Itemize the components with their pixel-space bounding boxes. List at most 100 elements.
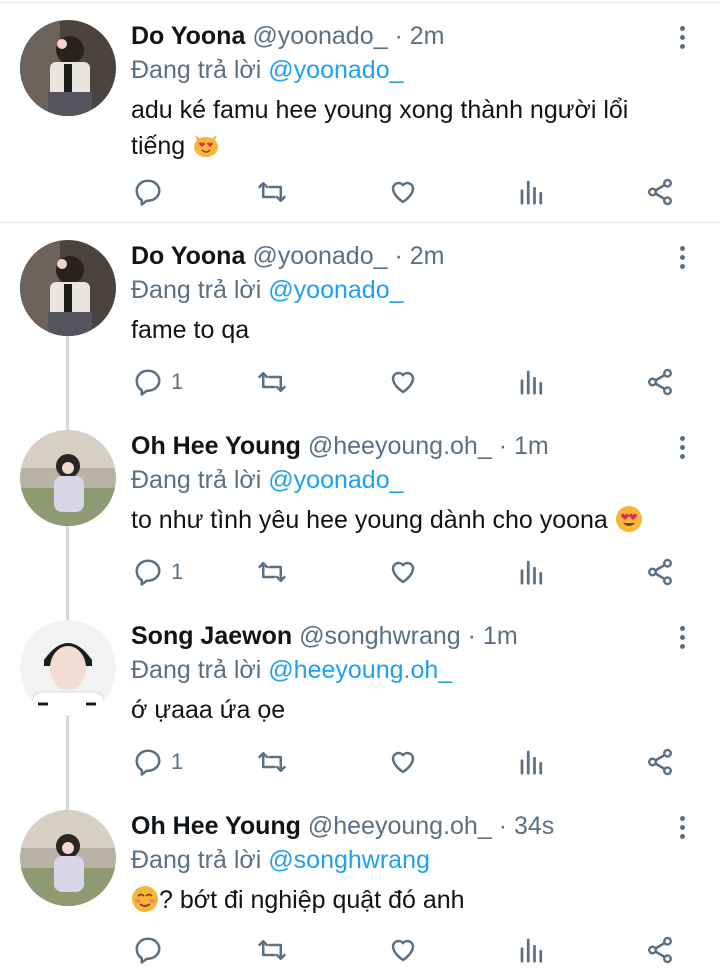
reply-prefix: Đang trả lời <box>131 656 262 684</box>
tweet-text: ớ ựaaa ứa ọe <box>131 692 680 728</box>
smiling-cat-heart-eyes-icon <box>194 135 219 157</box>
share-icon <box>648 178 672 206</box>
timestamp[interactable]: 1m <box>483 622 518 650</box>
handle[interactable]: @yoonado_ <box>252 242 387 270</box>
tweet-header: Oh Hee Young @heeyoung.oh_ · 34s <box>131 810 680 842</box>
tweet-body: Do Yoona @yoonado_ · 2m Đang trả lời @yo… <box>131 20 680 164</box>
reply-icon <box>135 937 161 964</box>
avatar[interactable] <box>20 20 116 116</box>
like-button[interactable] <box>388 552 418 592</box>
share-button[interactable] <box>645 742 675 782</box>
retweet-button[interactable] <box>257 552 287 592</box>
more-icon[interactable] <box>678 436 688 460</box>
retweet-icon <box>258 372 286 392</box>
avatar[interactable] <box>20 810 116 906</box>
avatar[interactable] <box>20 430 116 526</box>
retweet-button[interactable] <box>257 172 287 212</box>
timestamp[interactable]: 34s <box>514 812 554 840</box>
tweet-actions: 1 <box>0 742 720 782</box>
analytics-button[interactable] <box>517 172 547 212</box>
mention-link[interactable]: @heeyoung.oh_ <box>268 656 452 684</box>
analytics-button[interactable] <box>517 552 547 592</box>
handle[interactable]: @yoonado_ <box>252 22 387 50</box>
more-icon[interactable] <box>678 246 688 270</box>
handle[interactable]: @heeyoung.oh_ <box>308 812 492 840</box>
tweet-header: Oh Hee Young @heeyoung.oh_ · 1m <box>131 430 680 462</box>
separator: · <box>498 812 508 840</box>
avatar[interactable] <box>20 240 116 336</box>
like-button[interactable] <box>388 362 418 402</box>
display-name[interactable]: Oh Hee Young <box>131 432 301 460</box>
analytics-button[interactable] <box>517 930 547 970</box>
handle[interactable]: @songhwrang <box>299 622 461 650</box>
share-icon <box>648 936 672 964</box>
analytics-icon <box>520 938 543 963</box>
top-divider <box>0 2 720 3</box>
timestamp[interactable]: 2m <box>410 242 445 270</box>
tweet-text-content: fame to qa <box>131 316 250 344</box>
separator: · <box>498 432 508 460</box>
separator: · <box>394 22 403 50</box>
more-icon[interactable] <box>678 626 688 650</box>
heart-eyes-face-icon <box>615 506 642 532</box>
share-button[interactable] <box>645 930 675 970</box>
retweet-button[interactable] <box>257 930 287 970</box>
mention-link[interactable]: @yoonado_ <box>268 56 403 84</box>
replying-to: Đang trả lời @yoonado_ <box>131 274 680 306</box>
display-name[interactable]: Oh Hee Young <box>131 812 301 840</box>
like-button[interactable] <box>388 930 418 970</box>
analytics-button[interactable] <box>517 362 547 402</box>
reply-prefix: Đang trả lời <box>131 276 262 304</box>
tweet-text: fame to qa <box>131 312 680 348</box>
reply-button[interactable]: 1 <box>133 552 183 592</box>
avatar[interactable] <box>20 620 116 716</box>
like-button[interactable] <box>388 172 418 212</box>
reply-count: 1 <box>171 559 184 584</box>
display-name[interactable]: Do Yoona <box>131 22 245 50</box>
more-icon[interactable] <box>678 816 688 840</box>
share-button[interactable] <box>645 362 675 402</box>
share-icon <box>648 558 672 586</box>
retweet-icon <box>258 562 286 582</box>
timestamp[interactable]: 1m <box>514 432 549 460</box>
tweet-text: ? bớt đi nghiệp quật đó anh <box>131 882 680 918</box>
like-button[interactable] <box>388 742 418 782</box>
replying-to: Đang trả lời @heeyoung.oh_ <box>131 654 680 686</box>
reply-button[interactable] <box>133 930 171 970</box>
reply-button[interactable] <box>133 172 171 212</box>
tweet-header: Do Yoona @yoonado_ · 2m <box>131 240 680 272</box>
retweet-icon <box>258 182 286 202</box>
replying-to: Đang trả lời @yoonado_ <box>131 54 680 86</box>
tweet-text: to như tình yêu hee young dành cho yoona <box>131 502 680 538</box>
tweet-divider <box>0 222 720 223</box>
reply-button[interactable]: 1 <box>133 362 183 402</box>
share-button[interactable] <box>645 172 675 212</box>
handle[interactable]: @heeyoung.oh_ <box>308 432 492 460</box>
like-icon <box>391 181 415 204</box>
reply-prefix: Đang trả lời <box>131 846 262 874</box>
retweet-button[interactable] <box>257 742 287 782</box>
retweet-icon <box>258 752 286 772</box>
mention-link[interactable]: @songhwrang <box>268 846 430 874</box>
analytics-icon <box>520 370 543 395</box>
like-icon <box>391 939 415 962</box>
analytics-button[interactable] <box>517 742 547 782</box>
display-name[interactable]: Song Jaewon <box>131 622 292 650</box>
tweet-actions <box>0 930 720 970</box>
display-name[interactable]: Do Yoona <box>131 242 245 270</box>
timestamp[interactable]: 2m <box>410 22 445 50</box>
analytics-icon <box>520 750 543 775</box>
like-icon <box>391 371 415 394</box>
retweet-icon <box>258 940 286 960</box>
retweet-button[interactable] <box>257 362 287 402</box>
reply-button[interactable]: 1 <box>133 742 183 782</box>
more-icon[interactable] <box>678 26 688 50</box>
separator: · <box>394 242 403 270</box>
reply-prefix: Đang trả lời <box>131 56 262 84</box>
reply-icon <box>135 559 161 586</box>
mention-link[interactable]: @yoonado_ <box>268 276 403 304</box>
share-button[interactable] <box>645 552 675 592</box>
mention-link[interactable]: @yoonado_ <box>268 466 403 494</box>
replying-to: Đang trả lời @songhwrang <box>131 844 680 876</box>
analytics-icon <box>520 560 543 585</box>
